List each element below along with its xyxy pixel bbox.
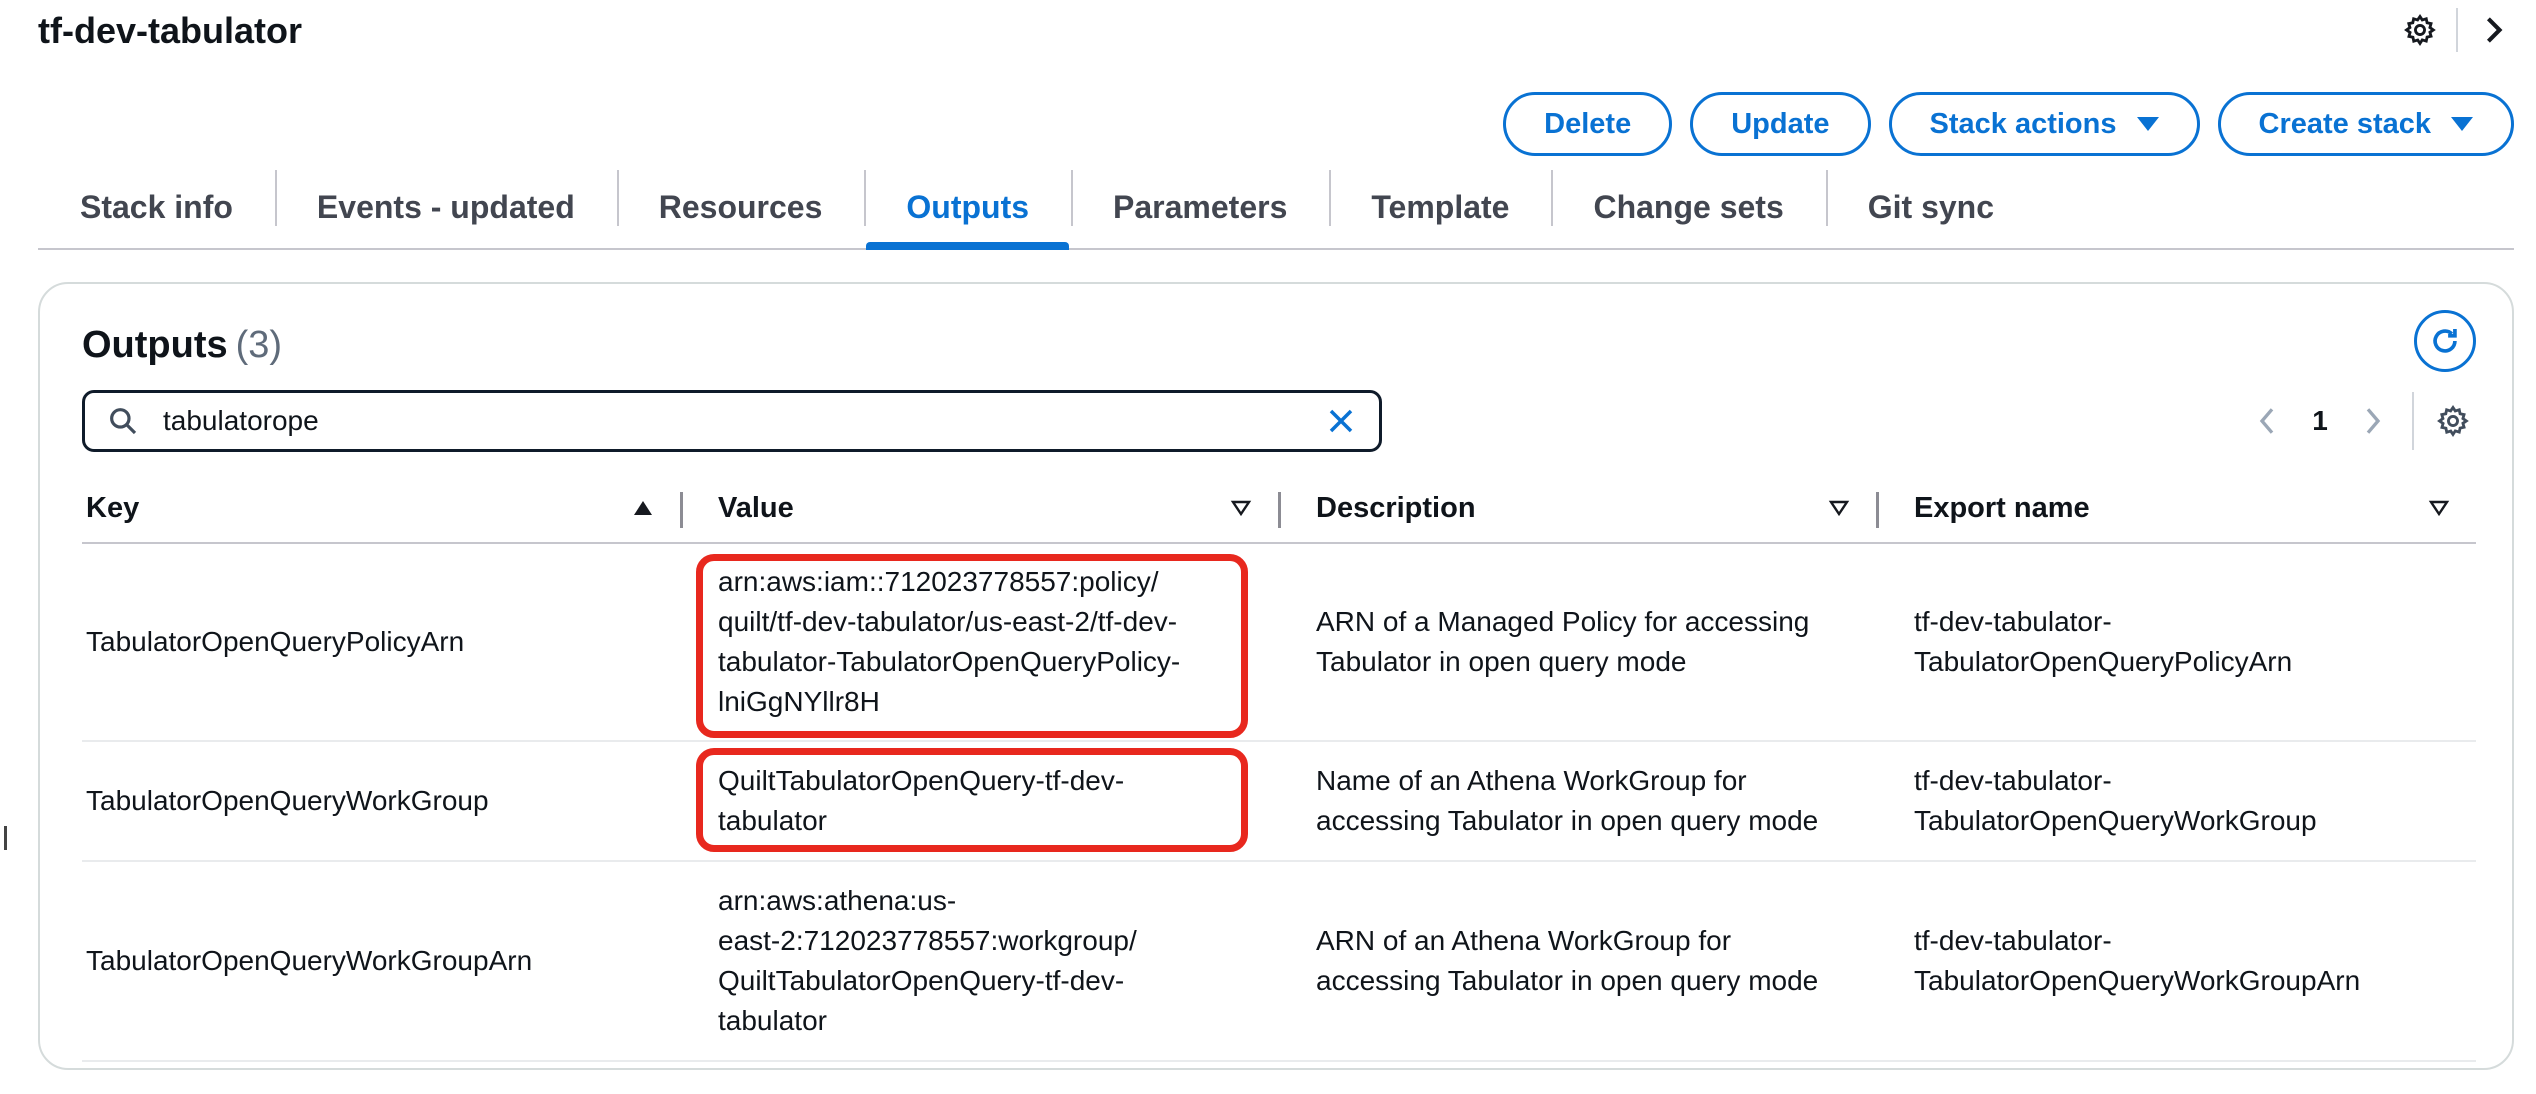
tab-label: Stack info: [80, 188, 233, 225]
output-description: Name of an Athena WorkGroup for accessin…: [1316, 765, 1819, 836]
column-label: Value: [718, 491, 794, 524]
previous-page-icon[interactable]: [2244, 398, 2290, 444]
tab-resources[interactable]: Resources: [616, 166, 865, 248]
output-key: TabulatorOpenQueryPolicyArn: [86, 626, 465, 657]
column-header-export-name[interactable]: Export name: [1876, 474, 2476, 542]
update-button[interactable]: Update: [1690, 92, 1871, 156]
page-number[interactable]: 1: [2290, 405, 2350, 437]
column-header-key[interactable]: Key: [82, 474, 680, 542]
stack-actions-bar: Delete Update Stack actions Create stack: [1503, 92, 2514, 156]
caret-down-icon: [2451, 117, 2473, 131]
search-field: [82, 390, 1382, 452]
output-description: ARN of a Managed Policy for accessing Ta…: [1316, 606, 1810, 677]
output-export-name: tf-dev-tabulator- TabulatorOpenQueryPoli…: [1914, 606, 2293, 677]
tab-git-sync[interactable]: Git sync: [1825, 166, 2036, 248]
search-input[interactable]: [161, 404, 1319, 438]
caret-down-icon: [2136, 117, 2159, 131]
delete-button[interactable]: Delete: [1503, 92, 1673, 156]
outputs-title: Outputs (3): [82, 320, 282, 370]
outputs-title-text: Outputs: [82, 324, 228, 366]
delete-button-label: Delete: [1544, 107, 1632, 140]
column-label: Description: [1316, 491, 1476, 524]
sort-ascending-icon: [634, 501, 652, 515]
output-export-name: tf-dev-tabulator- TabulatorOpenQueryWork…: [1914, 925, 2361, 996]
column-label: Export name: [1914, 491, 2090, 524]
tab-label: Events - updated: [316, 188, 575, 225]
tab-label: Template: [1371, 188, 1510, 225]
tab-events[interactable]: Events - updated: [274, 166, 617, 248]
divider: [2412, 392, 2414, 450]
pagination: 1: [2244, 392, 2476, 450]
table-row: TabulatorOpenQueryWorkGroupArn arn:aws:a…: [82, 862, 2476, 1062]
gear-icon[interactable]: [2396, 8, 2444, 52]
tab-label: Outputs: [906, 188, 1030, 225]
search-icon: [107, 405, 147, 437]
text-cursor-marker: [4, 826, 7, 850]
top-right-controls: [2396, 8, 2518, 52]
stack-title: tf-dev-tabulator: [38, 10, 302, 51]
outputs-count: (3): [235, 324, 283, 366]
refresh-button[interactable]: [2414, 310, 2476, 372]
tab-change-sets[interactable]: Change sets: [1551, 166, 1825, 248]
tab-label: Resources: [658, 188, 823, 225]
output-description: ARN of an Athena WorkGroup for accessing…: [1316, 925, 1819, 996]
stack-actions-label: Stack actions: [1929, 107, 2117, 140]
output-value: arn:aws:athena:us- east-2:712023778557:w…: [718, 885, 1137, 1036]
sort-unsorted-icon: [2428, 500, 2450, 517]
create-stack-button[interactable]: Create stack: [2217, 92, 2514, 156]
output-key: TabulatorOpenQueryWorkGroup: [86, 785, 489, 816]
divider: [2456, 8, 2458, 52]
create-stack-label: Create stack: [2258, 107, 2432, 140]
tab-label: Change sets: [1593, 188, 1784, 225]
output-value: QuiltTabulatorOpenQuery-tf-dev- tabulato…: [718, 765, 1125, 836]
update-button-label: Update: [1731, 107, 1830, 140]
column-header-value[interactable]: Value: [680, 474, 1278, 542]
tab-stack-info[interactable]: Stack info: [38, 166, 275, 248]
tab-label: Parameters: [1113, 188, 1288, 225]
tab-template[interactable]: Template: [1329, 166, 1551, 248]
stack-actions-button[interactable]: Stack actions: [1888, 92, 2200, 156]
table-row: TabulatorOpenQueryWorkGroup QuiltTabulat…: [82, 742, 2476, 862]
column-label: Key: [86, 491, 140, 524]
sort-unsorted-icon: [1828, 500, 1850, 517]
sort-unsorted-icon: [1230, 500, 1252, 517]
output-export-name: tf-dev-tabulator- TabulatorOpenQueryWork…: [1914, 765, 2317, 836]
outputs-table: Key Value Description Export name Tabula…: [82, 474, 2476, 1062]
refresh-icon: [2433, 328, 2457, 353]
column-header-description[interactable]: Description: [1278, 474, 1876, 542]
tab-outputs[interactable]: Outputs: [864, 166, 1071, 250]
table-preferences-gear-icon[interactable]: [2430, 398, 2476, 444]
table-header: Key Value Description Export name: [82, 474, 2476, 544]
outputs-panel: Outputs(3) 1 Key V: [38, 282, 2514, 1070]
clear-search-icon[interactable]: [1319, 399, 1363, 443]
stack-tabs: Stack info Events - updated Resources Ou…: [38, 166, 2514, 250]
tab-parameters[interactable]: Parameters: [1071, 166, 1329, 248]
chevron-right-icon[interactable]: [2470, 8, 2518, 52]
output-key: TabulatorOpenQueryWorkGroupArn: [86, 945, 533, 976]
next-page-icon[interactable]: [2350, 398, 2396, 444]
output-value: arn:aws:iam::712023778557:policy/ quilt/…: [718, 566, 1181, 717]
tab-label: Git sync: [1867, 188, 1995, 225]
table-row: TabulatorOpenQueryPolicyArn arn:aws:iam:…: [82, 544, 2476, 742]
